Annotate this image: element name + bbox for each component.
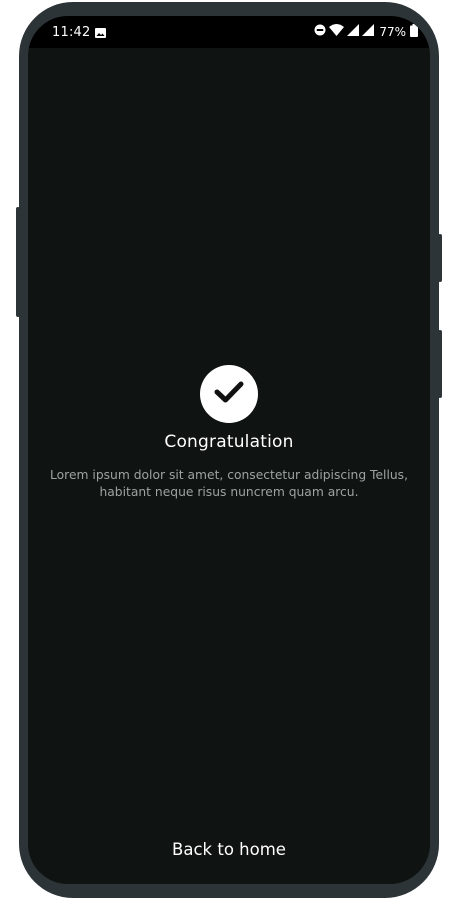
back-to-home-button[interactable]: Back to home: [129, 834, 329, 866]
description-text: Lorem ipsum dolor sit amet, consectetur …: [50, 468, 408, 499]
volume-down-button: [438, 330, 442, 398]
confirmation-content: Congratulation Lorem ipsum dolor sit ame…: [28, 16, 430, 884]
page-title: Congratulation: [164, 432, 294, 452]
device-frame: 11:42 77% Congratulation Lorem ipsum dol…: [16, 2, 442, 898]
success-badge: [200, 365, 258, 423]
screen: 11:42 77% Congratulation Lorem ipsum dol…: [28, 16, 430, 884]
check-icon: [214, 380, 244, 408]
volume-up-button: [438, 234, 442, 282]
power-button: [16, 207, 20, 317]
